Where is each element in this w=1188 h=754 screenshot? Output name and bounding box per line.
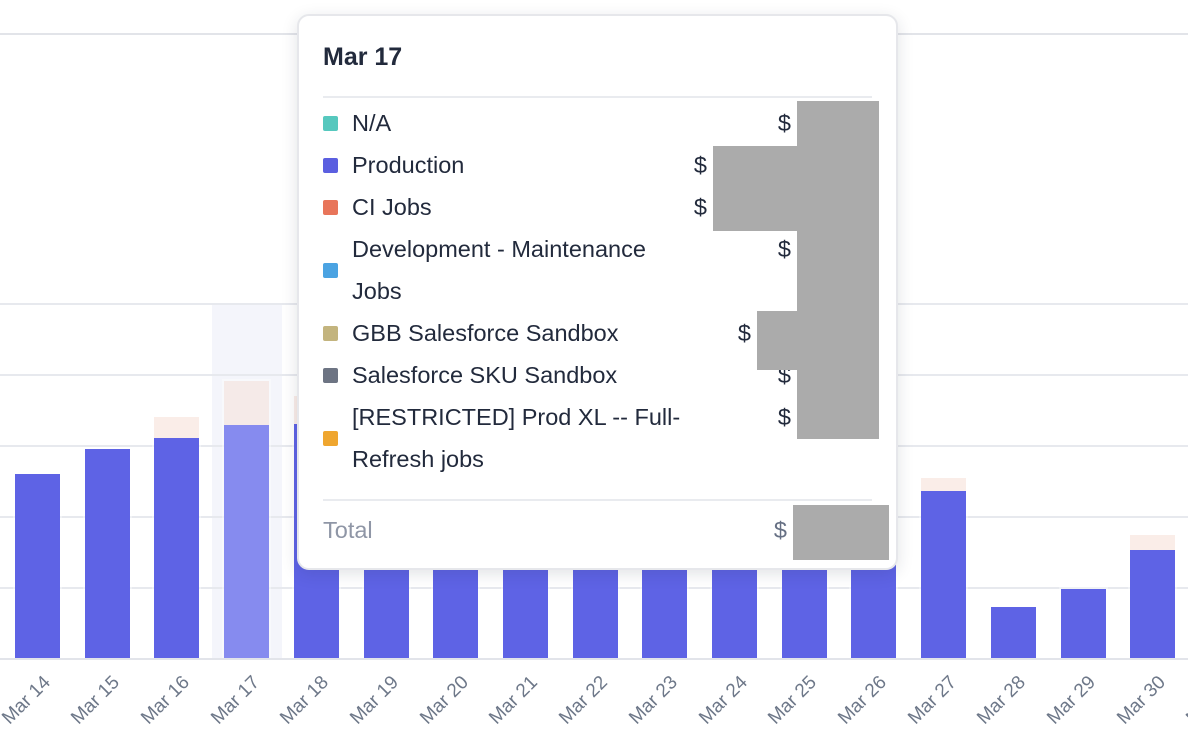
x-axis-label: Mar 17 [207, 672, 264, 729]
bar-mar-27[interactable] [919, 476, 968, 658]
bar-stack [13, 472, 62, 658]
series-color-swatch-icon [323, 368, 338, 383]
bar-stack [83, 447, 132, 658]
bar-segment-production [85, 449, 130, 658]
chart-root: Mar 14Mar 15Mar 16Mar 17Mar 18Mar 19Mar … [0, 0, 1188, 754]
redacted-value-box [797, 101, 879, 439]
x-axis-label: Mar 26 [834, 672, 891, 729]
series-value: $ [778, 396, 791, 438]
series-value: $ [694, 144, 707, 186]
tooltip-row-n-a: N/A$ [323, 102, 872, 144]
bar-stack [1059, 587, 1108, 658]
bar-stack [222, 379, 271, 658]
bar-segment-production [1061, 589, 1106, 658]
bar-stack [919, 476, 968, 658]
series-color-swatch-icon [323, 200, 338, 215]
series-color-swatch-icon [323, 116, 338, 131]
x-axis-label: Mar 18 [276, 672, 333, 729]
x-axis-label: Mar 28 [973, 672, 1030, 729]
x-axis-label: Mar 15 [67, 672, 124, 729]
bar-mar-28[interactable] [989, 605, 1038, 658]
tooltip-row-restricted-prod-xl-full-refresh-jobs: [RESTRICTED] Prod XL -- Full-Refresh job… [323, 396, 872, 480]
series-label: CI Jobs [352, 186, 694, 228]
redacted-value-box [757, 311, 797, 370]
series-color-swatch-icon [323, 431, 338, 446]
series-color-swatch-icon [323, 326, 338, 341]
x-axis-line [0, 658, 1188, 660]
x-axis-label: Mar 16 [137, 672, 194, 729]
bar-segment-production [921, 491, 966, 658]
tooltip-row-development-maintenance-jobs: Development - MaintenanceJobs$ [323, 228, 872, 312]
series-value: $ [694, 186, 707, 228]
tooltip-total-value: $ [774, 509, 787, 551]
series-color-swatch-icon [323, 263, 338, 278]
bar-segment-production [154, 438, 199, 658]
series-label: Production [352, 144, 694, 186]
series-label: Salesforce SKU Sandbox [352, 354, 778, 396]
bar-segment-ci-jobs [154, 417, 199, 438]
x-axis-label: Mar 30 [1113, 672, 1170, 729]
x-axis-label: Mar 31 [1183, 672, 1188, 729]
x-axis-label: Mar 21 [486, 672, 543, 729]
series-value: $ [778, 102, 791, 144]
tooltip-title: Mar 17 [323, 44, 872, 70]
bar-segment-ci-jobs [1130, 535, 1175, 550]
bar-stack [1128, 533, 1177, 658]
bar-segment-production [991, 607, 1036, 658]
series-color-swatch-icon [323, 158, 338, 173]
bar-segment-ci-jobs [921, 478, 966, 491]
series-label: [RESTRICTED] Prod XL -- Full-Refresh job… [352, 396, 778, 480]
x-axis-label: Mar 20 [416, 672, 473, 729]
bar-mar-29[interactable] [1059, 587, 1108, 658]
x-axis-label: Mar 23 [625, 672, 682, 729]
series-label: GBB Salesforce Sandbox [352, 312, 738, 354]
series-label: N/A [352, 102, 778, 144]
series-label: Development - MaintenanceJobs [352, 228, 778, 312]
x-axis-label: Mar 19 [346, 672, 403, 729]
bar-segment-ci-jobs [224, 381, 269, 425]
x-axis-label: Mar 14 [0, 672, 55, 729]
bar-segment-production [1130, 550, 1175, 658]
bar-mar-15[interactable] [83, 447, 132, 658]
x-axis-label: Mar 24 [695, 672, 752, 729]
x-axis-label: Mar 29 [1043, 672, 1100, 729]
bar-mar-14[interactable] [13, 472, 62, 658]
x-axis-label: Mar 27 [904, 672, 961, 729]
chart-tooltip: Mar 17 N/A$Production$CI Jobs$Developmen… [297, 14, 898, 570]
bar-stack [989, 605, 1038, 658]
bar-mar-16[interactable] [152, 415, 201, 658]
bar-segment-production [224, 425, 269, 658]
x-axis-label: Mar 25 [764, 672, 821, 729]
bar-stack [152, 415, 201, 658]
tooltip-total-row: Total $ [323, 501, 872, 551]
series-value: $ [778, 228, 791, 270]
tooltip-total-label: Total [323, 509, 774, 551]
redacted-value-box [793, 505, 889, 560]
redacted-value-box [713, 146, 797, 231]
x-axis-label: Mar 22 [555, 672, 612, 729]
series-value: $ [738, 312, 751, 354]
bar-segment-production [15, 474, 60, 658]
bar-mar-30[interactable] [1128, 533, 1177, 658]
bar-mar-17[interactable] [222, 379, 271, 658]
